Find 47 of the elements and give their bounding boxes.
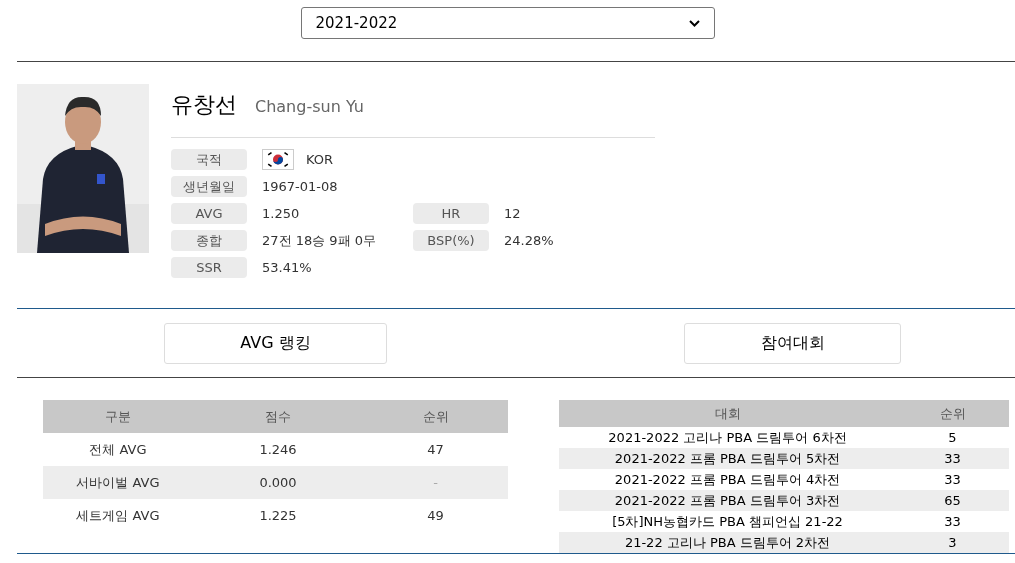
column-header: 점수 (265, 407, 291, 426)
table-cell-text: 전체 AVG (89, 440, 147, 459)
info-value: 27전 18승 9패 0무 (262, 231, 377, 250)
info-label: 종합 (171, 230, 247, 251)
column-header: 순위 (939, 404, 966, 423)
table-cell-text: 33 (944, 471, 961, 489)
info-value: 24.28% (503, 231, 554, 250)
info-value: 53.41% (262, 258, 312, 277)
column-header: 순위 (422, 407, 449, 426)
season-select[interactable]: 2021-2022 (300, 7, 715, 39)
info-label: HR (413, 203, 489, 224)
table-cell-text: 21-22 고리나 PBA 드림투어 2차전 (624, 534, 831, 552)
table-cell-text: 2021-2022 프롬 PBA 드림투어 5차전 (614, 450, 841, 468)
info-label: 국적 (171, 149, 247, 170)
table-cell-text: 서바이벌 AVG (76, 473, 160, 492)
player-english-name: Chang-sun Yu (255, 96, 364, 118)
table-cell-text: 0.000 (259, 473, 297, 492)
column-header: 대회 (714, 404, 741, 423)
info-label: AVG (171, 203, 247, 224)
caret-icon (688, 19, 700, 27)
info-value: KOR (306, 150, 334, 169)
info-value: 1.250 (262, 204, 300, 223)
table-cell-text: 2021-2022 고리나 PBA 드림투어 6차전 (608, 429, 847, 447)
tab-button[interactable]: 참여대회 (684, 322, 901, 364)
tab-button[interactable]: AVG 랭킹 (164, 322, 387, 364)
flag-icon (262, 149, 294, 170)
table-cell-text: 33 (944, 450, 961, 468)
table-cell-text: 1.225 (259, 506, 297, 525)
table-cell-text: 65 (944, 492, 961, 510)
table-cell-text: 5 (948, 429, 957, 447)
table-cell-text: 33 (944, 513, 961, 531)
table-cell-text: 1.246 (259, 440, 297, 459)
column-header: 구분 (105, 407, 131, 426)
table-cell-text: 3 (948, 534, 957, 552)
table-cell-text: - (433, 473, 438, 492)
table-cell-text: 2021-2022 프롬 PBA 드림투어 4차전 (614, 471, 841, 489)
table-cell-text: 2021-2022 프롬 PBA 드림투어 3차전 (614, 492, 841, 510)
info-value: 1967-01-08 (262, 177, 338, 196)
info-value: 12 (503, 204, 521, 223)
player-name: 유창선 (171, 91, 237, 119)
table-cell-text: 세트게임 AVG (76, 506, 160, 525)
table-cell-text: [5차]NH농협카드 PBA 챔피언십 21-22 (612, 513, 843, 531)
table-cell-text: 47 (427, 440, 444, 459)
info-label: SSR (171, 257, 247, 278)
table-cell-text: 49 (427, 506, 444, 525)
info-label: 생년월일 (171, 176, 247, 197)
info-label: BSP(%) (413, 230, 489, 251)
